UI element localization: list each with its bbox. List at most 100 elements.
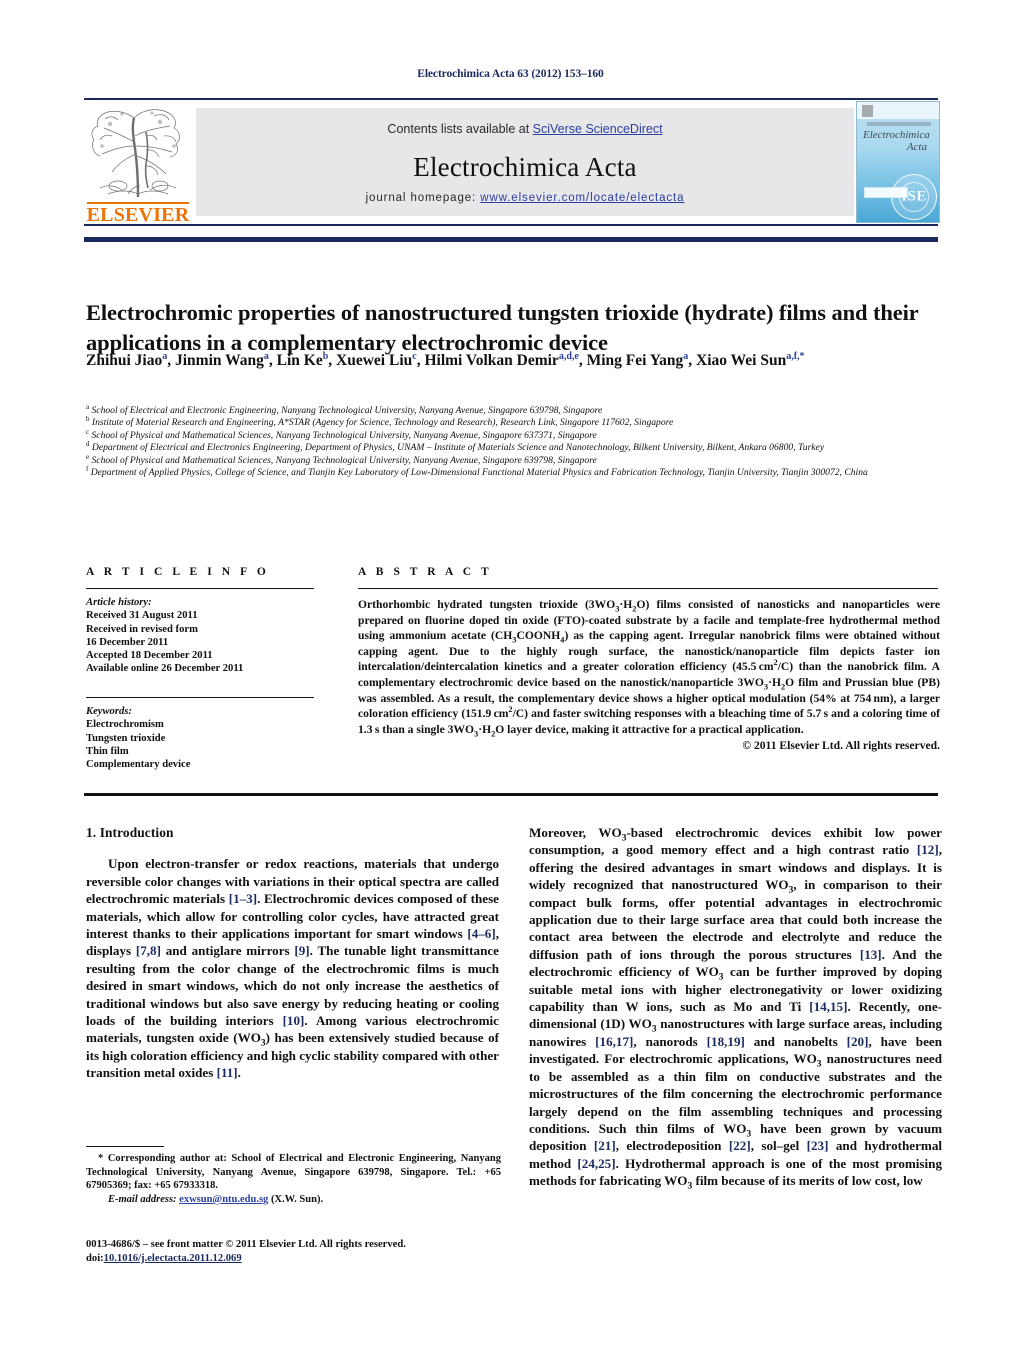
citation-ref[interactable]: [11] [217,1065,238,1080]
affiliation-item: d Department of Electrical and Electroni… [86,440,825,454]
cover-title-line2: Acta [906,141,927,153]
citation-ref[interactable]: [21] [594,1138,616,1153]
cover-top-bar [857,102,939,119]
citation-ref[interactable]: [18,19] [707,1034,745,1049]
affiliation-item: a School of Electrical and Electronic En… [86,402,603,416]
article-history-item: 16 December 2011 [86,636,169,648]
doi-label: doi: [86,1252,104,1264]
section-heading-introduction: 1. Introduction [86,825,174,840]
abstract-band-bottom-rule [84,793,938,796]
citation-ref[interactable]: [22] [729,1138,751,1153]
abstract-rule [358,588,938,590]
keywords-label: Keywords: [86,706,132,717]
author-name[interactable]: Zhihui Jiaoa [86,350,168,369]
email-link[interactable]: exwsun@ntu.edu.sg [179,1194,268,1205]
keywords-rule [86,697,314,699]
affiliation-mark: f [86,464,89,473]
email-label: E-mail address: [108,1193,177,1205]
article-history-item: Available online 26 December 2011 [86,663,244,675]
ise-seal-text: ISE [901,188,927,205]
body-paragraph: Moreover, WO3-based electrochromic devic… [529,825,943,1192]
citation-ref[interactable]: [10] [283,1013,305,1028]
cover-elsevier-mark-icon [862,105,873,117]
affiliation-mark: e [86,452,90,461]
author-name[interactable]: Ming Fei Yanga [587,350,689,369]
citation-ref[interactable]: [14,15] [809,999,847,1014]
elsevier-logo: ELSEVIER [86,100,190,225]
citation-ref[interactable]: [23] [807,1138,829,1153]
author-name[interactable]: Xuewei Liuc [336,350,417,369]
article-info-heading: A R T I C L E I N F O [86,566,270,578]
contents-prefix: Contents lists available at [387,122,533,136]
body-paragraph: Upon electron-transfer or redox reaction… [86,856,499,1081]
body-column-left: 1. Introduction Upon electron-transfer o… [86,824,499,1082]
sciencedirect-link[interactable]: SciVerse ScienceDirect [533,122,663,136]
article-history-item: Accepted 18 December 2011 [86,650,213,662]
affiliation-item: c School of Physical and Mathematical Sc… [86,427,597,441]
masthead-center-band: Contents lists available at SciVerse Sci… [196,108,854,216]
article-history-label: Article history: [86,597,152,608]
abstract-paragraph: Orthorhombic hydrated tungsten trioxide … [358,598,941,739]
citation-ref[interactable]: [12] [917,842,939,857]
affiliation-mark: d [86,440,90,449]
author-name[interactable]: Hilmi Volkan Demira,d,e [424,350,579,369]
affiliation-mark: c [86,427,90,436]
citation-ref[interactable]: [1–3] [229,891,257,906]
keywords-block: Keywords: Electrochromism Tungsten triox… [86,705,336,771]
masthead-bottom-rule [84,237,938,242]
citation-ref[interactable]: [24,25] [577,1156,615,1171]
keyword-item: Thin film [86,745,129,757]
article-history-block: Article history: Received 31 August 2011… [86,596,336,676]
elsevier-wordmark: ELSEVIER [86,204,190,226]
affiliation-item: b Institute of Material Research and Eng… [86,415,674,429]
email-line: E-mail address: exwsun@ntu.edu.sg (X.W. … [86,1193,501,1207]
citation-ref[interactable]: [7,8] [136,943,161,958]
homepage-label: journal homepage: [365,192,481,204]
issn-line: 0013-4686/$ – see front matter © 2011 El… [86,1239,406,1250]
affiliation-item: f Department of Applied Physics, College… [86,464,868,479]
author-name[interactable]: Lin Keb [277,351,329,369]
cover-ribbon [867,122,931,126]
author-affiliation-mark: a,f,* [786,350,805,362]
keyword-item: Tungsten trioxide [86,732,166,744]
author-affiliation-mark: a [263,350,269,362]
affiliation-mark: b [86,415,90,424]
citation-ref[interactable]: [9] [294,943,309,958]
journal-homepage-line: journal homepage: www.elsevier.com/locat… [196,192,854,204]
abstract-body: Orthorhombic hydrated tungsten trioxide … [358,597,940,754]
journal-title: Electrochimica Acta [413,152,637,182]
journal-homepage-link[interactable]: www.elsevier.com/locate/electacta [480,192,684,204]
contents-list-line: Contents lists available at SciVerse Sci… [196,122,854,136]
author-name[interactable]: Xiao Wei Suna,f,* [696,350,805,369]
article-info-rule [86,588,314,590]
footnote-separator-rule [86,1146,164,1148]
author-list: Zhihui Jiaoa, Jinmin Wanga, Lin Keb, Xue… [86,350,805,369]
corresponding-author-note: * Corresponding author at: School of Ele… [86,1153,501,1192]
citation-ref[interactable]: [16,17] [595,1034,633,1049]
citation-ref[interactable]: [13] [860,947,882,962]
ise-seal-icon: ISE [891,174,937,220]
doi-line: doi:10.1016/j.electacta.2011.12.069 [86,1252,516,1266]
citation-ref[interactable]: [20] [847,1034,869,1049]
journal-cover-thumbnail[interactable]: Electrochimica Acta ISE [856,101,940,223]
affiliation-mark: a [86,402,90,411]
article-history-item: Received 31 August 2011 [86,610,198,622]
body-column-right: Moreover, WO3-based electrochromic devic… [529,824,943,1192]
article-history-item: Received in revised form [86,623,198,635]
doi-link[interactable]: 10.1016/j.electacta.2011.12.069 [104,1253,242,1264]
keyword-item: Electrochromism [86,719,164,731]
imprint-block: 0013-4686/$ – see front matter © 2011 El… [86,1238,516,1265]
author-affiliation-mark: a [683,350,689,362]
author-affiliation-mark: a,d,e [558,350,579,362]
email-owner: (X.W. Sun). [270,1193,324,1205]
author-name[interactable]: Jinmin Wanga [175,350,269,369]
affiliation-item: e School of Physical and Mathematical Sc… [86,452,597,466]
cover-title: Electrochimica Acta [863,129,935,153]
author-affiliation-mark: a [162,350,168,362]
abstract-heading: A B S T R A C T [358,566,493,578]
citation-ref[interactable]: [4–6] [467,926,495,941]
journal-article-page: Electrochimica Acta 63 (2012) 153–160 EL… [0,0,1021,1351]
cover-title-line1: Electrochimica [863,129,930,141]
keyword-item: Complementary device [86,759,191,771]
author-affiliation-mark: c [412,350,417,362]
